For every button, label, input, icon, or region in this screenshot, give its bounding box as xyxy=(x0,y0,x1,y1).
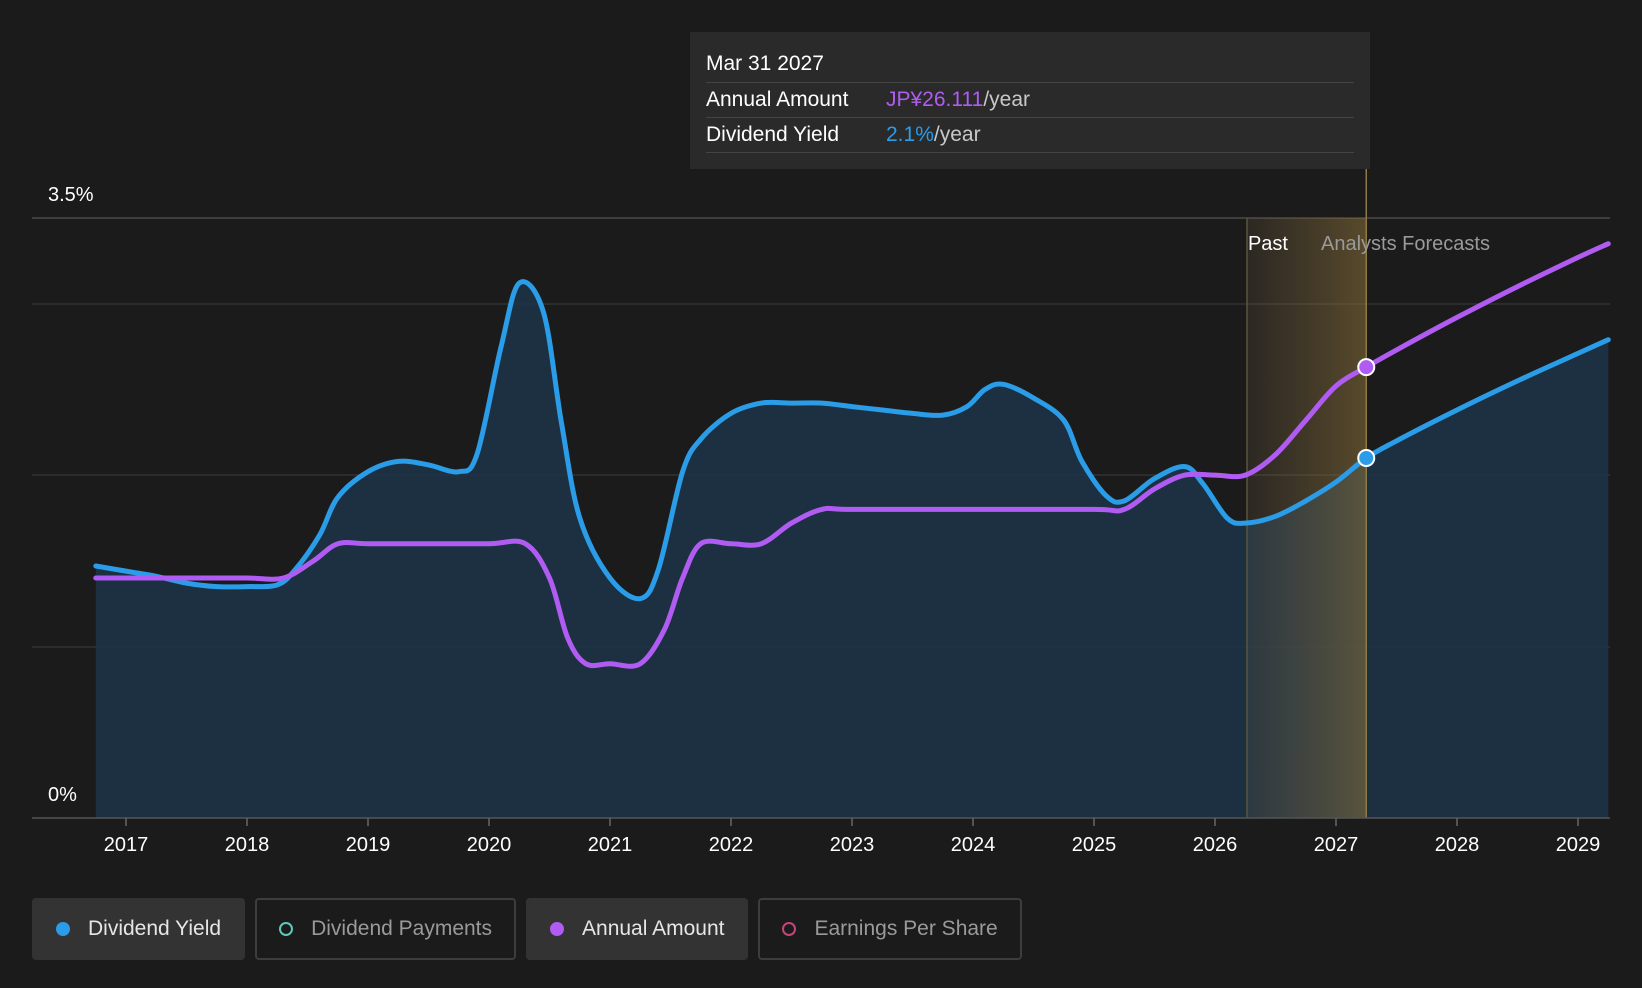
legend-dividend-yield-button[interactable]: Dividend Yield xyxy=(32,898,246,960)
tooltip-dividend-yield-row: Dividend Yield 2.1% /year xyxy=(706,118,1354,153)
tooltip-annual-amount-unit: /year xyxy=(983,88,1030,111)
tooltip-dividend-yield-unit: /year xyxy=(933,123,981,146)
tooltip-date: Mar 31 2027 xyxy=(706,52,824,75)
x-tick-label: 2026 xyxy=(1193,834,1238,856)
dividend-payments-ring-icon xyxy=(279,922,294,936)
tooltip: Mar 31 2027 Annual Amount JP¥26.111 /yea… xyxy=(690,32,1370,169)
y-axis-bottom-label: 0% xyxy=(48,784,77,806)
x-tick-label: 2025 xyxy=(1072,834,1117,856)
tooltip-annual-amount-row: Annual Amount JP¥26.111 /year xyxy=(706,83,1354,118)
x-tick-label: 2022 xyxy=(709,834,754,856)
x-tick-label: 2018 xyxy=(225,834,270,856)
annual-amount-highlight-point[interactable] xyxy=(1357,358,1376,377)
x-tick-label: 2017 xyxy=(104,834,149,856)
legend-dividend-payments-button[interactable]: Dividend Payments xyxy=(255,898,517,960)
x-tick-label: 2024 xyxy=(951,834,996,856)
tooltip-annual-amount-value: JP¥26.111 xyxy=(886,88,984,111)
past-label: Past xyxy=(1248,233,1288,255)
x-tick-label: 2021 xyxy=(588,834,633,856)
x-tick-label: 2019 xyxy=(346,834,391,856)
legend: Dividend Yield Dividend Payments Annual … xyxy=(32,898,1022,960)
legend-earnings-per-share-button[interactable]: Earnings Per Share xyxy=(758,898,1022,960)
annual-amount-dot-icon xyxy=(550,922,565,936)
legend-label: Dividend Yield xyxy=(88,917,222,940)
x-tick-label: 2029 xyxy=(1556,834,1601,856)
x-tick-label: 2023 xyxy=(830,834,875,856)
tooltip-date-row: Mar 31 2027 xyxy=(706,46,1354,83)
legend-annual-amount-button[interactable]: Annual Amount xyxy=(526,898,749,960)
tooltip-dividend-yield-value: 2.1% xyxy=(886,123,934,146)
y-axis-top-label: 3.5% xyxy=(48,184,94,206)
analysts-forecasts-label: Analysts Forecasts xyxy=(1321,233,1490,255)
x-tick-label: 2028 xyxy=(1435,834,1480,856)
legend-label: Annual Amount xyxy=(582,917,725,940)
dividend-yield-dot-icon xyxy=(56,922,70,936)
tooltip-dividend-yield-label: Dividend Yield xyxy=(706,123,840,146)
x-tick-label: 2027 xyxy=(1314,834,1359,856)
x-tick-label: 2020 xyxy=(467,834,512,856)
legend-label: Earnings Per Share xyxy=(814,917,998,940)
dividend-yield-area xyxy=(95,281,1609,818)
dividend-yield-highlight-point[interactable] xyxy=(1357,449,1376,467)
tooltip-annual-amount-label: Annual Amount xyxy=(706,88,849,111)
legend-label: Dividend Payments xyxy=(311,917,493,940)
earnings-per-share-ring-icon xyxy=(782,922,797,936)
